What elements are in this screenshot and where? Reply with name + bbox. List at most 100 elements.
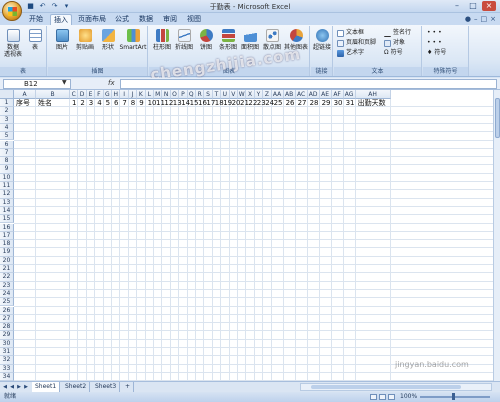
column-header-f[interactable]: F bbox=[95, 90, 104, 99]
row-header-31[interactable]: 31 bbox=[0, 348, 14, 357]
column-header-ag[interactable]: AG bbox=[343, 90, 356, 99]
tab-insert[interactable]: 插入 bbox=[50, 14, 72, 25]
normal-view-icon[interactable] bbox=[370, 394, 377, 400]
column-header-b[interactable]: B bbox=[36, 90, 70, 99]
column-header-ah[interactable]: AH bbox=[355, 90, 391, 99]
close-button[interactable]: × bbox=[482, 1, 496, 11]
column-header-g[interactable]: G bbox=[103, 90, 112, 99]
sheet-tab-1[interactable]: Sheet1 bbox=[32, 382, 61, 392]
tab-page-layout[interactable]: 页面布局 bbox=[76, 14, 108, 25]
object-button[interactable]: 对象 bbox=[384, 39, 405, 47]
row-header-16[interactable]: 16 bbox=[0, 223, 14, 232]
wb-minimize-icon[interactable]: – bbox=[474, 15, 478, 23]
column-header-v[interactable]: V bbox=[229, 90, 238, 99]
column-header-s[interactable]: S bbox=[204, 90, 213, 99]
column-header-r[interactable]: R bbox=[196, 90, 205, 99]
cell-ae1[interactable]: 29 bbox=[322, 99, 331, 107]
name-box-dropdown-icon[interactable]: ▼ bbox=[62, 79, 67, 86]
row-header-8[interactable]: 8 bbox=[0, 157, 14, 166]
cell-f1[interactable]: 4 bbox=[97, 99, 101, 107]
vertical-scrollbar[interactable] bbox=[493, 90, 500, 381]
zoom-level[interactable]: 100% bbox=[400, 392, 417, 402]
wb-close-icon[interactable]: × bbox=[490, 15, 496, 23]
horizontal-scroll-thumb[interactable] bbox=[311, 385, 461, 389]
row-header-32[interactable]: 32 bbox=[0, 356, 14, 365]
row-header-5[interactable]: 5 bbox=[0, 132, 14, 141]
zoom-slider[interactable] bbox=[420, 396, 490, 398]
special-symbol-button[interactable]: ♦ 符号 bbox=[427, 49, 446, 57]
row-header-20[interactable]: 20 bbox=[0, 256, 14, 265]
first-sheet-icon[interactable]: ◀ bbox=[2, 383, 8, 391]
pivot-table-button[interactable]: 数据 透视表 bbox=[2, 29, 24, 58]
column-header-ad[interactable]: AD bbox=[307, 90, 320, 99]
cell-g1[interactable]: 5 bbox=[106, 99, 110, 107]
column-header-a[interactable]: A bbox=[14, 90, 36, 99]
pie-chart-button[interactable]: 饼图 bbox=[195, 29, 217, 51]
cell-j1[interactable]: 8 bbox=[131, 99, 135, 107]
name-box[interactable]: B12 bbox=[3, 79, 71, 89]
row-header-22[interactable]: 22 bbox=[0, 273, 14, 282]
column-header-o[interactable]: O bbox=[170, 90, 180, 99]
row-header-10[interactable]: 10 bbox=[0, 173, 14, 182]
cell-k1[interactable]: 9 bbox=[139, 99, 143, 107]
column-header-af[interactable]: AF bbox=[331, 90, 344, 99]
cell-c1[interactable]: 1 bbox=[72, 99, 76, 107]
maximize-button[interactable]: □ bbox=[466, 1, 480, 11]
row-header-4[interactable]: 4 bbox=[0, 123, 14, 133]
row-header-24[interactable]: 24 bbox=[0, 289, 14, 299]
row-header-27[interactable]: 27 bbox=[0, 314, 14, 324]
tab-formulas[interactable]: 公式 bbox=[112, 14, 132, 25]
column-header-j[interactable]: J bbox=[128, 90, 138, 99]
column-header-d[interactable]: D bbox=[78, 90, 87, 99]
signature-line-button[interactable]: 签名行 bbox=[384, 29, 411, 37]
column-header-u[interactable]: U bbox=[221, 90, 230, 99]
fx-icon[interactable]: fx bbox=[108, 79, 115, 87]
cell-ac1[interactable]: 27 bbox=[298, 99, 307, 107]
column-header-c[interactable]: C bbox=[70, 90, 79, 99]
cell-i1[interactable]: 7 bbox=[122, 99, 126, 107]
column-header-t[interactable]: T bbox=[212, 90, 222, 99]
column-header-l[interactable]: L bbox=[145, 90, 154, 99]
minimize-button[interactable]: – bbox=[450, 1, 464, 11]
cell-aa1[interactable]: 25 bbox=[274, 99, 283, 107]
cell-ag1[interactable]: 31 bbox=[346, 99, 355, 107]
row-header-9[interactable]: 9 bbox=[0, 165, 14, 174]
row-header-26[interactable]: 26 bbox=[0, 306, 14, 315]
symbol-button[interactable]: Ω 符号 bbox=[384, 49, 403, 57]
page-layout-view-icon[interactable] bbox=[379, 394, 386, 400]
row-header-29[interactable]: 29 bbox=[0, 331, 14, 340]
column-header-k[interactable]: K bbox=[137, 90, 146, 99]
picture-button[interactable]: 图片 bbox=[51, 29, 73, 51]
column-header-x[interactable]: X bbox=[246, 90, 255, 99]
row-header-34[interactable]: 34 bbox=[0, 372, 14, 381]
column-header-q[interactable]: Q bbox=[187, 90, 196, 99]
column-header-i[interactable]: I bbox=[120, 90, 129, 99]
row-header-30[interactable]: 30 bbox=[0, 339, 14, 348]
column-header-h[interactable]: H bbox=[112, 90, 121, 99]
table-button[interactable]: 表 bbox=[24, 29, 46, 51]
smartart-button[interactable]: SmartArt bbox=[119, 29, 147, 51]
column-chart-button[interactable]: 柱形图 bbox=[151, 29, 173, 51]
tab-view[interactable]: 视图 bbox=[184, 14, 204, 25]
select-all-corner[interactable] bbox=[0, 90, 14, 99]
wb-restore-icon[interactable]: □ bbox=[481, 15, 488, 23]
row-header-3[interactable]: 3 bbox=[0, 115, 14, 124]
column-header-ab[interactable]: AB bbox=[283, 90, 296, 99]
row-header-7[interactable]: 7 bbox=[0, 148, 14, 158]
sheet-tab-2[interactable]: Sheet2 bbox=[62, 382, 91, 392]
last-sheet-icon[interactable]: ▶ bbox=[23, 383, 29, 391]
symbol-dots-row2[interactable]: • • • bbox=[427, 39, 442, 47]
shapes-button[interactable]: 形状 bbox=[97, 29, 119, 51]
cell-ab1[interactable]: 26 bbox=[286, 99, 295, 107]
cell-b1[interactable]: 姓名 bbox=[38, 99, 52, 107]
textbox-button[interactable]: 文本框 bbox=[337, 29, 364, 37]
cell-d1[interactable]: 2 bbox=[80, 99, 84, 107]
bar-chart-button[interactable]: 条形图 bbox=[217, 29, 239, 51]
tab-data[interactable]: 数据 bbox=[136, 14, 156, 25]
vertical-scroll-thumb[interactable] bbox=[495, 98, 500, 138]
cell-e1[interactable]: 3 bbox=[89, 99, 93, 107]
horizontal-scrollbar[interactable] bbox=[300, 383, 492, 391]
cell-ah1[interactable]: 出勤天数 bbox=[358, 99, 386, 107]
column-header-z[interactable]: Z bbox=[263, 90, 272, 99]
column-header-y[interactable]: Y bbox=[254, 90, 264, 99]
